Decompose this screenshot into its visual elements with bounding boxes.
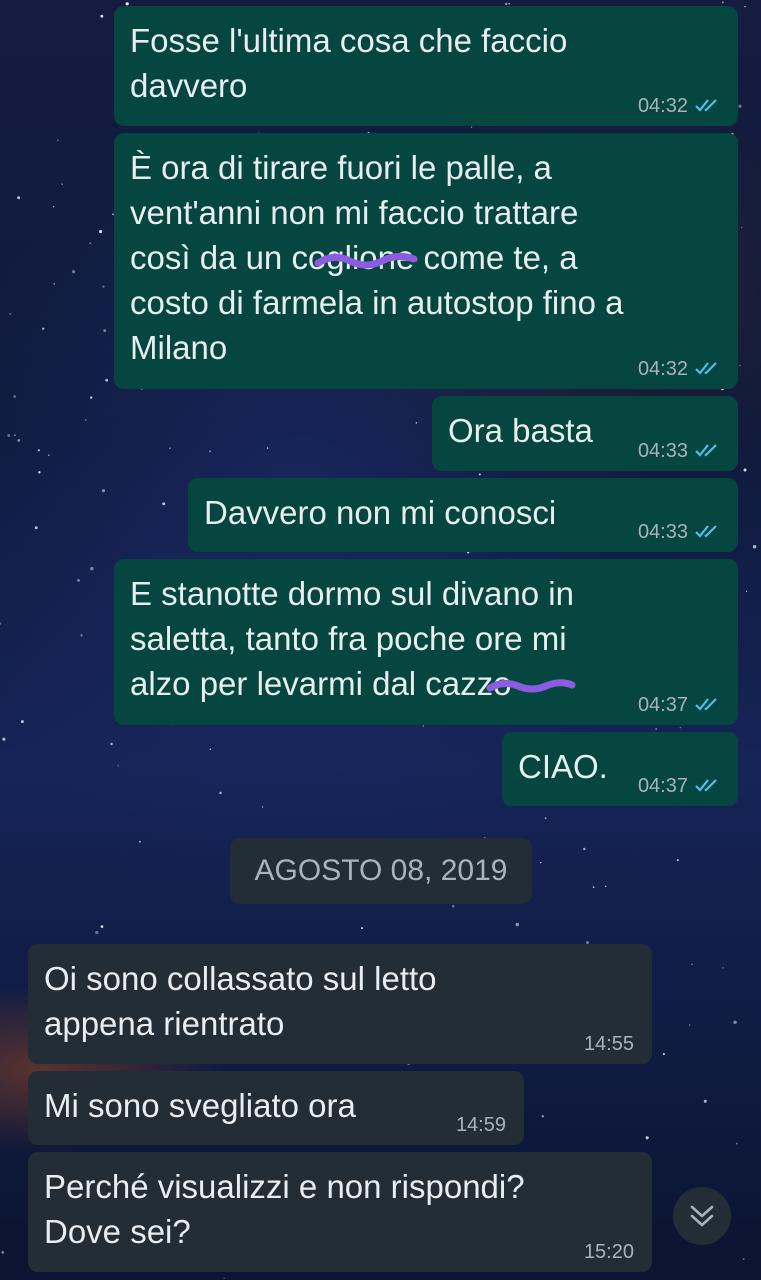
message-outgoing[interactable]: E stanotte dormo sul divano in saletta, … <box>114 559 738 725</box>
message-meta: 14:59 <box>456 1113 506 1137</box>
double-check-read-icon <box>695 779 717 792</box>
scroll-to-bottom-button[interactable] <box>673 1187 731 1245</box>
message-time: 04:33 <box>637 521 688 543</box>
message-time: 04:37 <box>637 775 688 797</box>
message-outgoing[interactable]: È ora di tirare fuori le palle, a vent'a… <box>114 133 738 389</box>
message-text: Fosse l'ultima cosa che faccio davvero <box>130 22 568 104</box>
message-meta: 04:37 <box>638 774 722 798</box>
message-meta: 04:32 <box>638 357 722 381</box>
chevron-double-down-icon <box>690 1205 714 1227</box>
redaction-scribble <box>314 252 418 269</box>
message-incoming[interactable]: Mi sono svegliato ora 14:59 <box>28 1071 524 1145</box>
message-time: 15:20 <box>583 1241 634 1263</box>
message-text: Oi sono collassato sul letto appena rien… <box>44 960 437 1042</box>
message-outgoing[interactable]: Ora basta 04:33 <box>432 396 738 471</box>
redaction-scribble <box>486 679 576 693</box>
message-time: 04:32 <box>637 358 688 380</box>
double-check-read-icon <box>695 444 717 457</box>
double-check-read-icon <box>695 99 717 112</box>
message-time: 04:32 <box>637 95 688 117</box>
message-time: 04:33 <box>637 440 688 462</box>
message-time: 14:55 <box>583 1033 634 1055</box>
message-outgoing[interactable]: Fosse l'ultima cosa che faccio davvero 0… <box>114 6 738 126</box>
date-separator: AGOSTO 08, 2019 <box>230 838 532 904</box>
message-meta: 15:20 <box>584 1240 634 1264</box>
message-text: Ora basta <box>448 412 593 449</box>
double-check-read-icon <box>695 525 717 538</box>
message-meta: 04:37 <box>638 693 722 717</box>
message-text: Davvero non mi conosci <box>204 494 557 531</box>
message-text: CIAO. <box>518 748 608 785</box>
message-meta: 04:33 <box>638 520 722 544</box>
message-text: Perché visualizzi e non rispondi? Dove s… <box>44 1168 525 1250</box>
message-text: Mi sono svegliato ora <box>44 1087 356 1124</box>
double-check-read-icon <box>695 362 717 375</box>
message-time: 14:59 <box>455 1114 506 1136</box>
message-meta: 04:33 <box>638 439 722 463</box>
message-incoming[interactable]: Perché visualizzi e non rispondi? Dove s… <box>28 1152 652 1272</box>
message-meta: 04:32 <box>638 94 722 118</box>
double-check-read-icon <box>695 698 717 711</box>
message-outgoing[interactable]: Davvero non mi conosci 04:33 <box>188 478 738 552</box>
message-outgoing[interactable]: CIAO. 04:37 <box>502 732 738 806</box>
message-meta: 14:55 <box>584 1032 634 1056</box>
message-incoming[interactable]: Oi sono collassato sul letto appena rien… <box>28 944 652 1064</box>
message-time: 04:37 <box>637 694 688 716</box>
